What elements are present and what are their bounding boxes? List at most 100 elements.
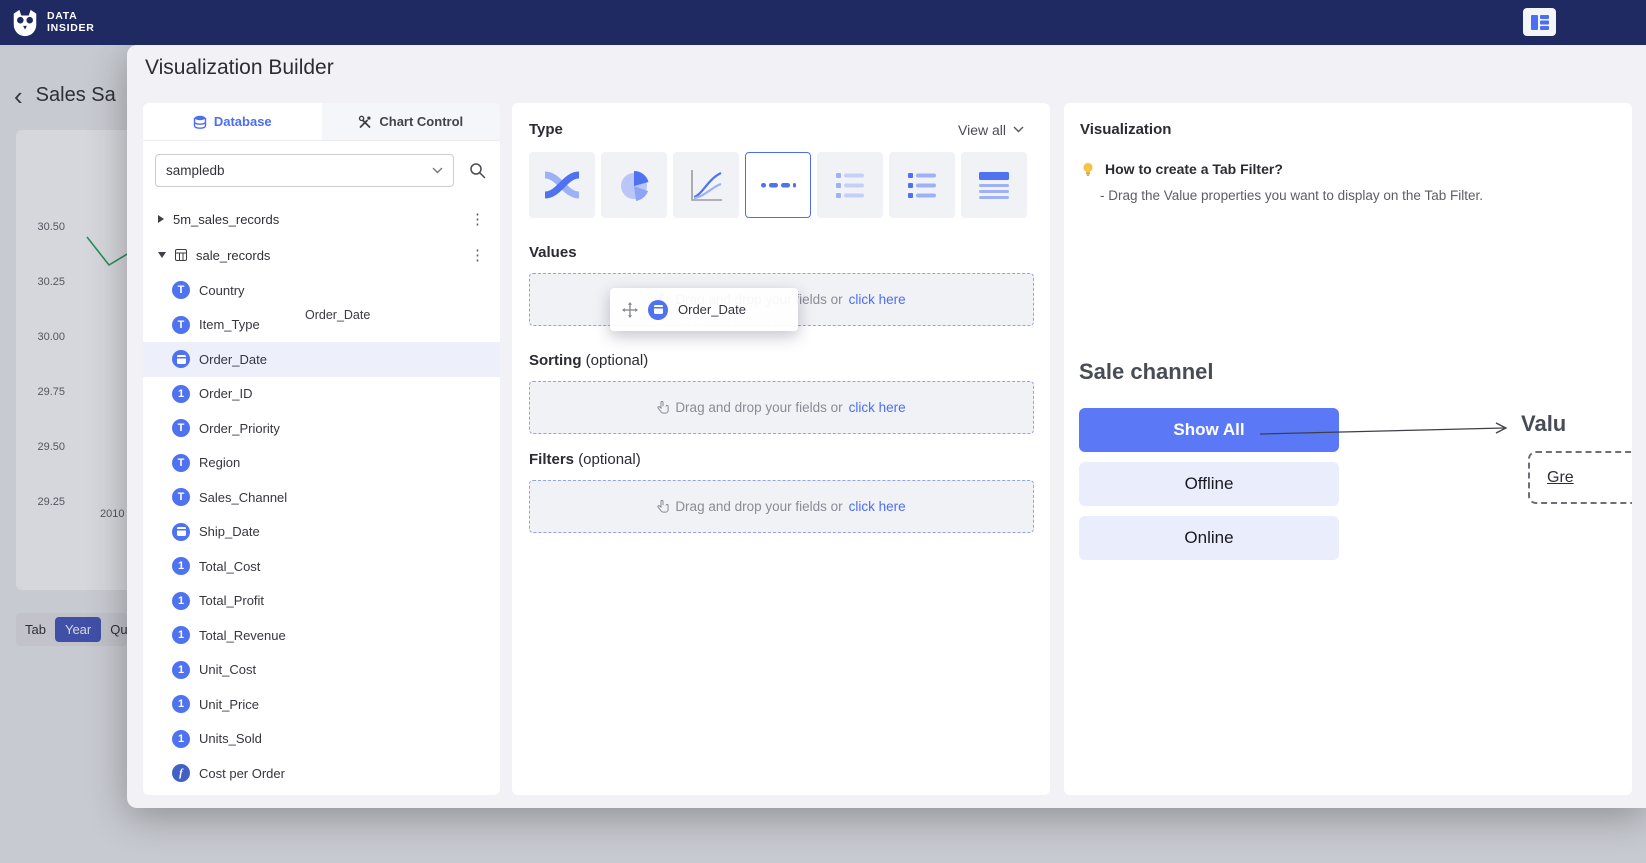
option-offline[interactable]: Offline — [1079, 462, 1339, 506]
text-field-icon: T — [172, 316, 190, 334]
chart-type-list[interactable] — [817, 152, 883, 218]
number-field-icon: 1 — [172, 385, 190, 403]
dragged-field-ghost[interactable]: Order_Date — [610, 288, 798, 331]
drag-source-ghost[interactable]: Order_Date — [305, 308, 370, 322]
field-row-country[interactable]: TCountry — [143, 273, 500, 308]
move-icon — [622, 302, 638, 318]
filters-drop-zone[interactable]: Drag and drop your fields or click here — [529, 480, 1034, 533]
sorting-section-label: Sorting (optional) — [529, 352, 1050, 369]
click-here-link[interactable]: click here — [849, 292, 906, 307]
chart-config-panel: Type View all — [512, 103, 1050, 795]
option-online[interactable]: Online — [1079, 516, 1339, 560]
table-chart-icon — [974, 165, 1014, 205]
brand-text: DATAINSIDER — [47, 11, 95, 34]
number-field-icon: 1 — [172, 661, 190, 679]
tab-chart-control[interactable]: Chart Control — [322, 103, 501, 140]
text-field-icon: T — [172, 454, 190, 472]
number-field-icon: 1 — [172, 557, 190, 575]
top-navbar: DATAINSIDER — [0, 0, 1646, 45]
caret-right-icon — [158, 215, 164, 223]
date-field-icon — [648, 300, 668, 320]
schema-tree: 5m_sales_records ⋮ sale_records ⋮ TCount… — [143, 201, 500, 791]
field-row-order-priority[interactable]: TOrder_Priority — [143, 411, 500, 446]
field-row-order-id[interactable]: 1Order_ID — [143, 377, 500, 412]
lightbulb-icon — [1080, 161, 1096, 177]
formula-field-icon: f — [172, 764, 190, 782]
chart-type-pie[interactable] — [601, 152, 667, 218]
values-section-label: Values — [529, 244, 1050, 261]
field-row-units-sold[interactable]: 1Units_Sold — [143, 722, 500, 757]
type-section-label: Type — [529, 121, 563, 138]
field-row-order-date[interactable]: Order_Date — [143, 342, 500, 377]
text-field-icon: T — [172, 419, 190, 437]
table-menu-icon[interactable]: ⋮ — [467, 246, 488, 264]
field-row-unit-price[interactable]: 1Unit_Price — [143, 687, 500, 722]
left-panel-tabs: Database Chart Control — [143, 103, 500, 141]
tab-database[interactable]: Database — [143, 103, 322, 140]
field-row-total-revenue[interactable]: 1Total_Revenue — [143, 618, 500, 653]
table-menu-icon[interactable]: ⋮ — [467, 210, 488, 228]
brand-logo: DATAINSIDER — [10, 8, 95, 38]
date-field-icon — [172, 523, 190, 541]
annotation-heading: Valu — [1521, 411, 1566, 437]
text-field-icon: T — [172, 281, 190, 299]
click-here-link[interactable]: click here — [849, 499, 906, 514]
chart-type-table[interactable] — [961, 152, 1027, 218]
owl-logo-icon — [10, 8, 40, 38]
click-here-link[interactable]: click here — [849, 400, 906, 415]
chart-type-picker — [529, 152, 1034, 218]
tab-filter-chart-icon — [758, 165, 798, 205]
number-field-icon: 1 — [172, 695, 190, 713]
chart-type-sankey[interactable] — [529, 152, 595, 218]
sorting-drop-zone[interactable]: Drag and drop your fields or click here — [529, 381, 1034, 434]
search-button[interactable] — [469, 162, 486, 179]
sankey-chart-icon — [542, 165, 582, 205]
drag-hand-icon — [657, 401, 669, 414]
field-row-total-profit[interactable]: 1Total_Profit — [143, 584, 500, 619]
visualization-panel: Visualization How to create a Tab Filter… — [1064, 103, 1632, 795]
tip-title: How to create a Tab Filter? — [1080, 161, 1632, 177]
chart-type-tab-filter[interactable] — [745, 152, 811, 218]
table-grid-icon — [175, 249, 187, 261]
datasource-row: sampledb — [143, 141, 500, 195]
caret-down-icon — [158, 252, 166, 258]
annotation-link[interactable]: Gre — [1547, 469, 1574, 487]
visualization-header: Visualization — [1080, 121, 1632, 138]
tools-icon — [358, 115, 372, 129]
chevron-down-icon — [1013, 126, 1024, 133]
table-row-5m-sales-records[interactable]: 5m_sales_records ⋮ — [143, 201, 500, 237]
field-row-region[interactable]: TRegion — [143, 446, 500, 481]
date-field-icon — [172, 350, 190, 368]
tip-body: - Drag the Value properties you want to … — [1100, 188, 1632, 203]
number-field-icon: 1 — [172, 592, 190, 610]
table-row-sale-records[interactable]: sale_records ⋮ — [143, 237, 500, 273]
annotation-drop-slot[interactable]: Gre — [1528, 451, 1632, 504]
text-field-icon: T — [172, 488, 190, 506]
database-icon — [193, 115, 207, 129]
number-field-icon: 1 — [172, 626, 190, 644]
field-row-unit-cost[interactable]: 1Unit_Cost — [143, 653, 500, 688]
modal-title: Visualization Builder — [145, 56, 334, 80]
field-row-cost-per-order[interactable]: fCost per Order — [143, 756, 500, 791]
filters-section-label: Filters (optional) — [529, 451, 1050, 468]
number-field-icon: 1 — [172, 730, 190, 748]
chart-type-bullet-list[interactable] — [889, 152, 955, 218]
drag-hand-icon — [657, 500, 669, 513]
dashboard-grid-icon — [1531, 15, 1549, 30]
list-chart-icon — [830, 165, 870, 205]
chevron-down-icon — [432, 167, 443, 174]
datasource-select[interactable]: sampledb — [155, 154, 454, 187]
line-chart-icon — [686, 165, 726, 205]
visualization-builder-modal: Visualization Builder Order_Date Databas… — [127, 45, 1646, 808]
field-row-ship-date[interactable]: Ship_Date — [143, 515, 500, 550]
preview-widget-title: Sale channel — [1079, 359, 1214, 385]
bullet-list-chart-icon — [902, 165, 942, 205]
field-row-total-cost[interactable]: 1Total_Cost — [143, 549, 500, 584]
database-panel: Database Chart Control sampledb — [143, 103, 500, 795]
field-row-sales-channel[interactable]: TSales_Channel — [143, 480, 500, 515]
annotation-arrow — [1260, 421, 1516, 443]
chart-type-line[interactable] — [673, 152, 739, 218]
view-all-button[interactable]: View all — [958, 122, 1024, 138]
dashboard-grid-button[interactable] — [1523, 8, 1556, 36]
pie-chart-icon — [614, 165, 654, 205]
